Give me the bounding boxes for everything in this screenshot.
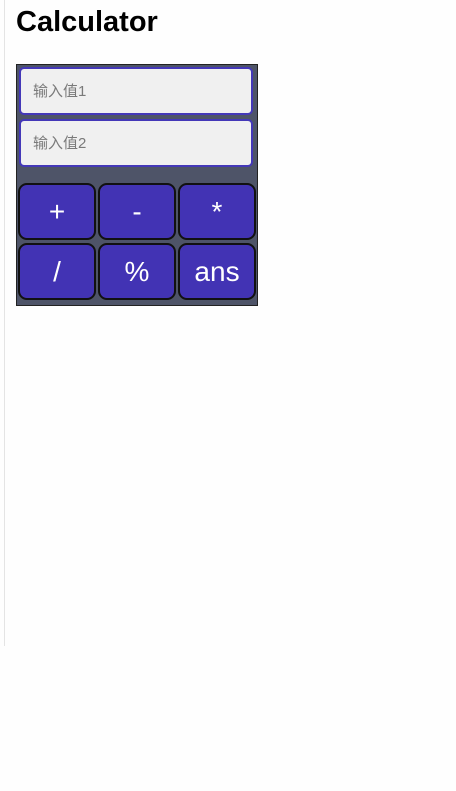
multiply-button[interactable]: * <box>178 183 256 240</box>
value2-input[interactable] <box>19 119 253 167</box>
calculator-panel: + - * / % ans <box>16 64 258 306</box>
subtract-button[interactable]: - <box>98 183 176 240</box>
divide-button[interactable]: / <box>18 243 96 300</box>
modulo-button[interactable]: % <box>98 243 176 300</box>
ans-button[interactable]: ans <box>178 243 256 300</box>
value1-input[interactable] <box>19 67 253 115</box>
page-title: Calculator <box>16 6 158 38</box>
page-edge-divider <box>4 0 5 646</box>
add-button[interactable]: + <box>18 183 96 240</box>
